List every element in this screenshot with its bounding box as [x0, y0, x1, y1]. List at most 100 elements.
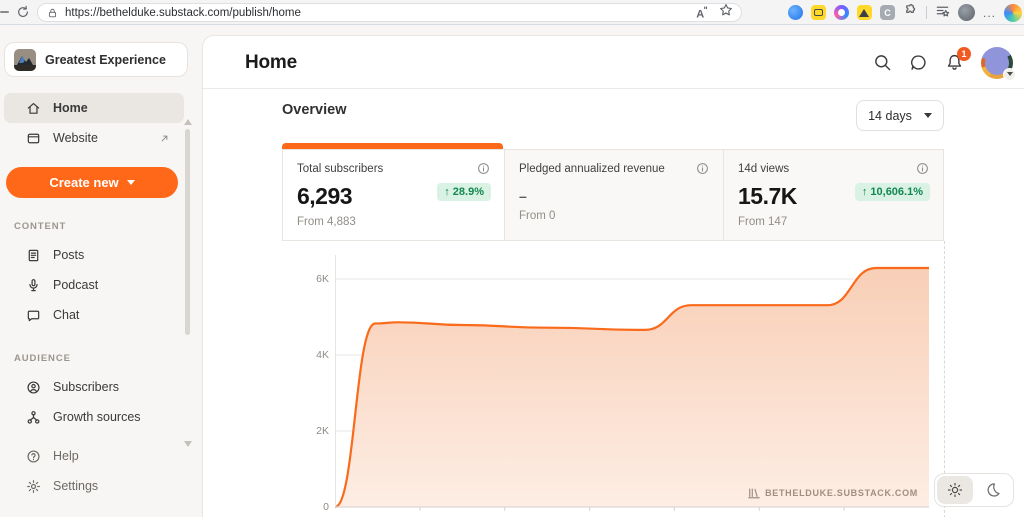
sun-icon — [947, 482, 963, 498]
profile-avatar-icon[interactable] — [958, 4, 975, 21]
y-axis-label: 6K — [282, 273, 329, 285]
bell-icon[interactable]: 1 — [945, 53, 964, 72]
sidebar-item-label: Posts — [53, 248, 84, 262]
stat-value: – — [519, 188, 709, 204]
y-axis-label: 0 — [282, 501, 329, 513]
publication-switcher[interactable]: Greatest Experience — [4, 42, 188, 77]
sidebar-item-website[interactable]: Website — [4, 123, 184, 153]
info-icon[interactable] — [696, 162, 709, 175]
sidebar-item-subscribers[interactable]: Subscribers — [4, 372, 184, 402]
avatar-menu-caret — [1003, 68, 1016, 81]
substack-watermark-icon — [748, 487, 760, 499]
url-text[interactable]: https://bethelduke.substack.com/publish/… — [65, 7, 301, 19]
info-icon[interactable] — [916, 162, 929, 175]
sidebar-item-label: Growth sources — [53, 410, 141, 424]
collections-icon[interactable] — [935, 3, 950, 23]
sidebar-item-label: Website — [53, 131, 98, 145]
copilot-icon[interactable] — [1004, 4, 1022, 22]
subscribers-chart-area: 6K 4K 2K 0 BETHELDUKE.SUBSTACK.COM — [282, 251, 944, 515]
change-badge: ↑ 28.9% — [437, 183, 491, 201]
back-icon[interactable] — [0, 11, 9, 13]
home-icon — [26, 101, 41, 116]
info-icon[interactable] — [477, 162, 490, 175]
sidebar: Greatest Experience Home Website — [0, 25, 202, 517]
publication-logo — [14, 49, 36, 71]
date-range-select[interactable]: 14 days — [856, 100, 944, 131]
sidebar-item-label: Chat — [53, 308, 79, 322]
overview-title: Overview — [282, 102, 347, 118]
stat-title: Pledged annualized revenue — [519, 163, 665, 175]
page-header: Home 1 — [203, 36, 1024, 89]
sidebar-item-help[interactable]: Help — [4, 441, 184, 471]
refresh-icon[interactable] — [16, 5, 30, 24]
chat-bubble-icon[interactable] — [909, 53, 928, 72]
avatar[interactable] — [981, 47, 1013, 79]
growth-sources-icon — [26, 410, 41, 425]
post-icon — [26, 248, 41, 263]
y-axis-label: 2K — [282, 425, 329, 437]
address-bar[interactable]: https://bethelduke.substack.com/publish/… — [37, 3, 742, 22]
favorite-star-icon[interactable] — [719, 3, 733, 22]
stat-from: From 4,883 — [297, 216, 490, 228]
stat-card-14d-views[interactable]: 14d views 15.7K ↑ 10,606.1% From 147 — [724, 150, 943, 240]
podcast-icon — [26, 278, 41, 293]
extension-swirl-icon[interactable] — [834, 5, 849, 20]
stats-cards: Total subscribers 6,293 ↑ 28.9% From 4,8… — [282, 149, 944, 241]
sidebar-item-label: Settings — [53, 479, 98, 493]
scrollbar-up-arrow[interactable] — [184, 119, 192, 125]
sidebar-item-chat[interactable]: Chat — [4, 300, 184, 330]
sidebar-item-home[interactable]: Home — [4, 93, 184, 123]
chat-icon — [26, 308, 41, 323]
extension-screenshot-icon[interactable] — [811, 5, 826, 20]
change-badge: ↑ 10,606.1% — [855, 183, 930, 201]
sidebar-item-label: Help — [53, 449, 79, 463]
publication-name: Greatest Experience — [45, 53, 166, 67]
chevron-down-icon — [924, 113, 932, 118]
section-label-content: CONTENT — [14, 221, 202, 232]
main-panel: Home 1 — [202, 35, 1024, 517]
read-aloud-icon[interactable]: Aʹʹ — [696, 5, 707, 21]
more-options-icon[interactable]: ... — [983, 6, 996, 20]
sidebar-item-label: Subscribers — [53, 380, 119, 394]
sidebar-item-podcast[interactable]: Podcast — [4, 270, 184, 300]
external-link-icon — [159, 133, 170, 144]
stat-from: From 147 — [738, 216, 929, 228]
search-icon[interactable] — [873, 53, 892, 72]
section-label-audience: AUDIENCE — [14, 353, 202, 364]
dark-mode-button[interactable] — [975, 476, 1011, 504]
create-new-button[interactable]: Create new — [6, 167, 178, 198]
extension-blue-icon[interactable] — [788, 5, 803, 20]
extensions-puzzle-icon[interactable] — [903, 3, 918, 23]
notification-badge: 1 — [957, 47, 971, 61]
browser-toolbar: https://bethelduke.substack.com/publish/… — [0, 0, 1024, 25]
toolbar-divider — [926, 6, 927, 19]
help-icon — [26, 449, 41, 464]
subscribers-icon — [26, 380, 41, 395]
page-title: Home — [245, 36, 297, 89]
y-axis-label: 4K — [282, 349, 329, 361]
sidebar-scrollbar[interactable] — [185, 129, 190, 335]
chevron-down-icon — [127, 180, 135, 185]
sidebar-item-growth-sources[interactable]: Growth sources — [4, 402, 184, 432]
sidebar-item-settings[interactable]: Settings — [4, 471, 184, 501]
stat-card-pledged-revenue[interactable]: Pledged annualized revenue – From 0 — [504, 150, 724, 240]
sidebar-item-label: Home — [53, 101, 88, 115]
theme-toggle — [934, 473, 1014, 507]
settings-icon — [26, 479, 41, 494]
stat-title: Total subscribers — [297, 163, 383, 175]
moon-icon — [985, 482, 1001, 498]
lock-icon[interactable] — [47, 7, 58, 19]
stat-card-total-subscribers[interactable]: Total subscribers 6,293 ↑ 28.9% From 4,8… — [283, 150, 504, 240]
sidebar-item-label: Podcast — [53, 278, 98, 292]
scrollbar-down-arrow[interactable] — [184, 441, 192, 447]
sidebar-item-posts[interactable]: Posts — [4, 240, 184, 270]
stat-title: 14d views — [738, 163, 789, 175]
extension-c-icon[interactable]: C — [880, 5, 895, 20]
extension-warning-icon[interactable] — [857, 5, 872, 20]
subscribers-chart — [335, 255, 929, 513]
website-icon — [26, 131, 41, 146]
screen: https://bethelduke.substack.com/publish/… — [0, 0, 1024, 517]
stat-from: From 0 — [519, 210, 709, 222]
light-mode-button[interactable] — [937, 476, 973, 504]
chart-watermark: BETHELDUKE.SUBSTACK.COM — [748, 487, 918, 499]
